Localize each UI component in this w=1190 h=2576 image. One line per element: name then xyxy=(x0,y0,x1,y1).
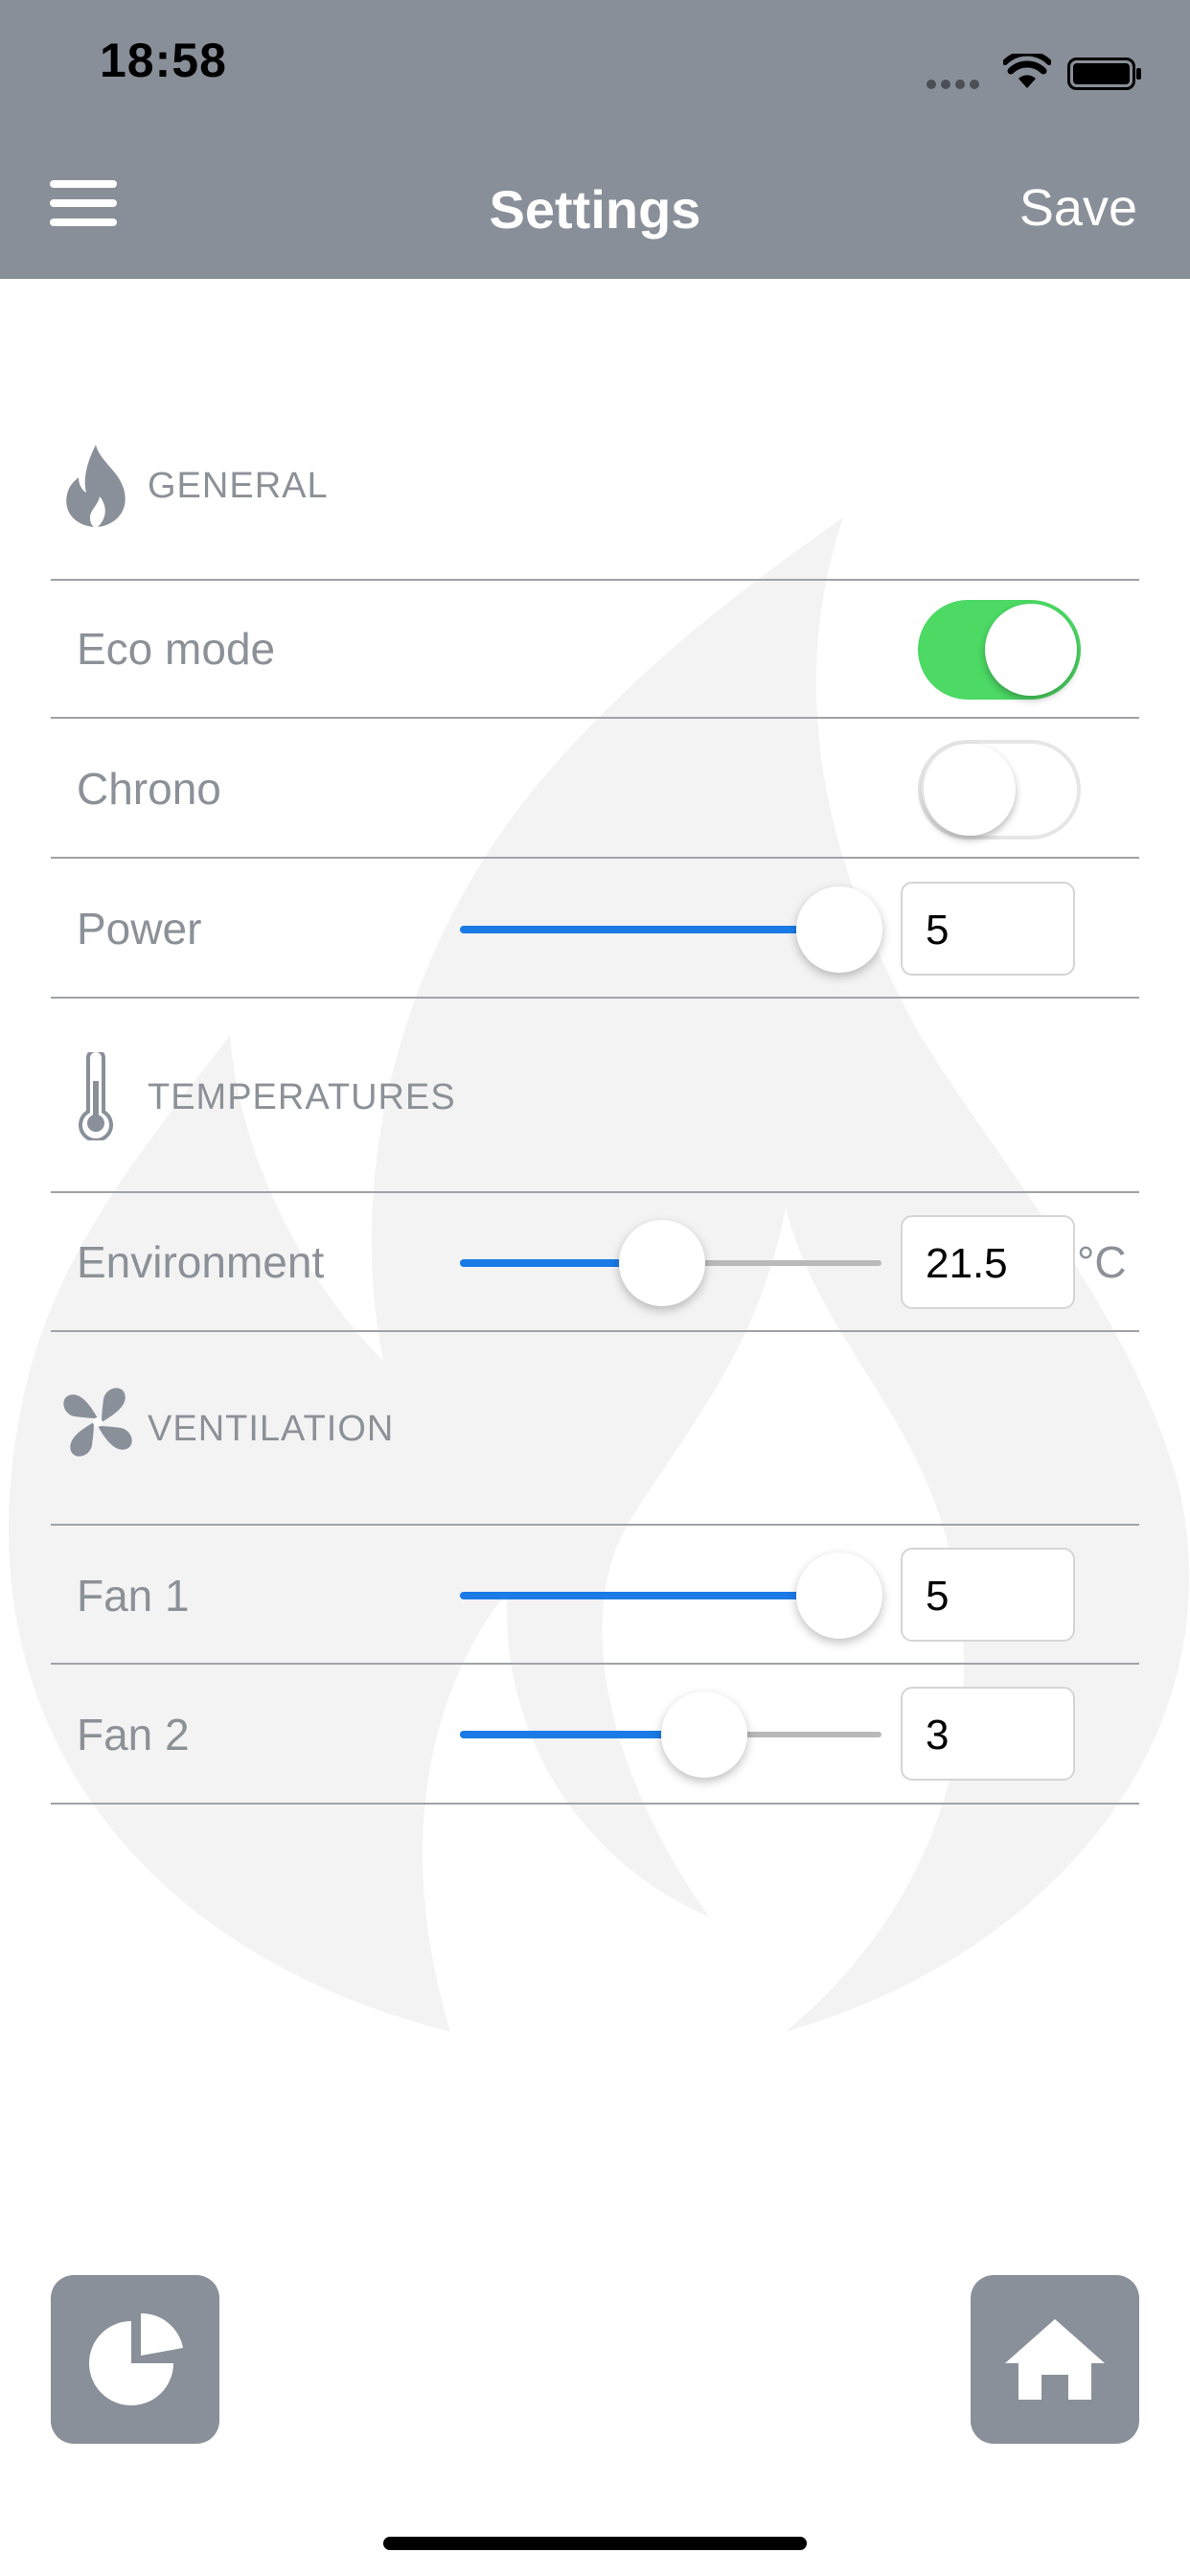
slider-thumb[interactable] xyxy=(796,886,882,973)
fan2-value-field[interactable]: 3 xyxy=(901,1687,1075,1781)
divider xyxy=(51,1663,1139,1665)
slider-thumb[interactable] xyxy=(796,1552,882,1639)
slider-fill xyxy=(460,1592,839,1599)
statistics-button[interactable] xyxy=(51,2275,219,2444)
eco-mode-label: Eco mode xyxy=(77,624,276,674)
top-header: 18:58 Settings Save xyxy=(0,0,1190,279)
fan1-label: Fan 1 xyxy=(77,1571,190,1621)
section-title-temperatures: TEMPERATURES xyxy=(148,1077,456,1117)
divider xyxy=(51,1191,1139,1193)
toggle-knob xyxy=(985,604,1077,696)
environment-label: Environment xyxy=(77,1237,325,1287)
thermometer-icon xyxy=(79,1052,113,1140)
fan-icon xyxy=(63,1388,132,1457)
environment-value-field[interactable]: 21.5 xyxy=(901,1215,1075,1309)
fan1-slider[interactable] xyxy=(460,1548,882,1644)
section-title-general: GENERAL xyxy=(148,466,329,506)
battery-icon xyxy=(1067,58,1141,90)
section-title-ventilation: VENTILATION xyxy=(148,1409,395,1449)
divider xyxy=(51,1330,1139,1332)
divider xyxy=(51,579,1139,581)
environment-slider[interactable] xyxy=(460,1215,881,1311)
status-time: 18:58 xyxy=(100,34,227,87)
fan2-slider[interactable] xyxy=(460,1687,881,1782)
fan1-value-field[interactable]: 5 xyxy=(901,1548,1075,1642)
flame-icon xyxy=(66,445,126,527)
eco-mode-toggle[interactable] xyxy=(918,600,1081,700)
slider-thumb[interactable] xyxy=(619,1220,706,1306)
signal-icon xyxy=(927,77,984,94)
chrono-toggle[interactable] xyxy=(918,740,1081,840)
home-button[interactable] xyxy=(971,2275,1139,2444)
wifi-icon xyxy=(1003,54,1051,88)
power-value-field[interactable]: 5 xyxy=(901,882,1075,976)
fan2-label: Fan 2 xyxy=(77,1710,190,1760)
chrono-label: Chrono xyxy=(77,764,221,814)
divider xyxy=(51,857,1139,859)
power-label: Power xyxy=(77,904,202,954)
temperature-unit: °C xyxy=(1077,1237,1127,1287)
slider-thumb[interactable] xyxy=(661,1691,748,1778)
divider xyxy=(51,717,1139,719)
divider xyxy=(51,1524,1139,1526)
home-icon xyxy=(1005,2319,1105,2400)
page-title: Settings xyxy=(489,179,701,240)
divider xyxy=(51,997,1139,999)
power-slider[interactable] xyxy=(460,882,882,978)
pie-chart-icon xyxy=(89,2312,183,2405)
home-indicator xyxy=(383,2537,807,2550)
toggle-knob xyxy=(924,744,1016,836)
divider xyxy=(51,1803,1139,1805)
save-button[interactable]: Save xyxy=(1019,178,1137,238)
slider-fill xyxy=(460,926,839,933)
